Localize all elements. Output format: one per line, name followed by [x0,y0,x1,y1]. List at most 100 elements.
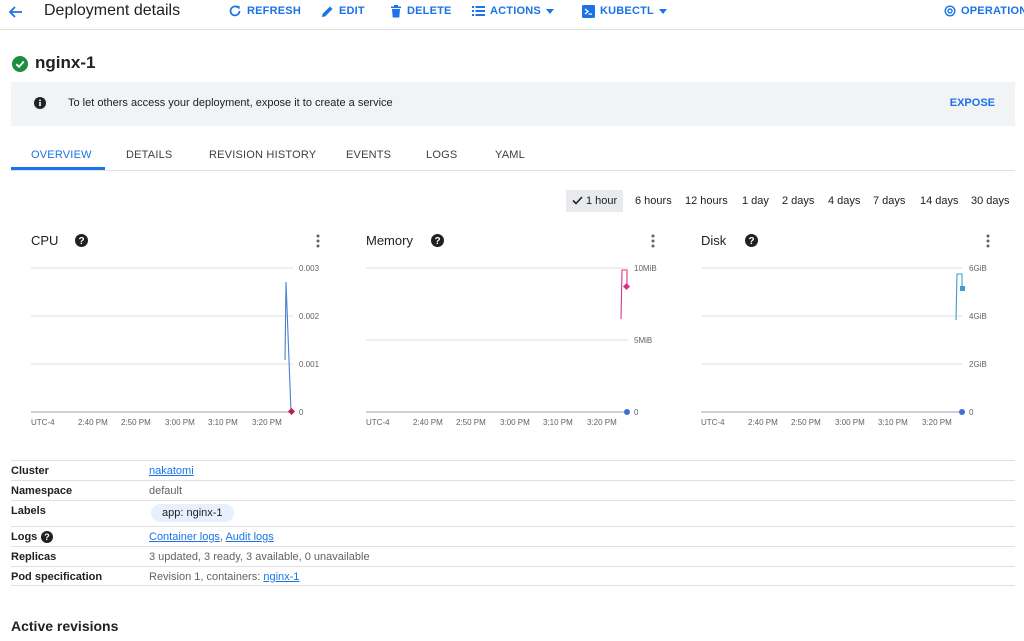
x-tick-label: 2:40 PM [413,418,443,427]
list-icon [472,6,485,16]
actions-menu-button[interactable]: ACTIONS [472,3,554,19]
x-tick-label: 2:50 PM [456,418,486,427]
cpu-series-marker [287,407,296,416]
page-title: Deployment details [44,2,181,19]
y-tick-label: 0 [299,408,304,417]
x-tick-label: 3:10 PM [878,418,908,427]
tab-details[interactable]: DETAILS [126,149,172,161]
operations-label: OPERATIONS [961,5,1024,17]
detail-key: Labels [11,505,46,517]
memory-plot: 10MiB 5MiB 0 UTC-4 2:40 PM 2:50 PM 3:00 … [366,264,657,427]
label-chip: app: nginx-1 [151,504,234,522]
x-tick-label: 2:40 PM [78,418,108,427]
info-icon [34,97,46,109]
svg-text:?: ? [44,532,50,542]
check-icon [572,196,583,205]
help-icon[interactable]: ? [41,531,53,543]
edit-button[interactable]: EDIT [321,3,365,19]
detail-key: Pod specification [11,571,103,583]
details-table: Cluster nakatomi Namespace default Label… [11,460,1015,586]
x-tick-label: UTC-4 [366,418,390,427]
memory-chart: Memory ? 10MiB 5MiB 0 UTC-4 2:40 PM 2:50… [366,226,686,436]
expose-button[interactable]: EXPOSE [950,97,995,109]
memory-series-marker [622,282,631,291]
range-2-days[interactable]: 2 days [782,190,814,212]
y-tick-label: 0 [969,408,974,417]
detail-key: Cluster [11,465,49,477]
tab-events[interactable]: EVENTS [346,149,391,161]
detail-key: Logs [11,531,38,543]
kubectl-label: KUBECTL [600,5,654,17]
memory-series-marker [624,409,630,415]
x-tick-label: 2:50 PM [791,418,821,427]
operations-icon [944,5,956,17]
disk-series-marker [959,409,965,415]
refresh-button[interactable]: REFRESH [228,3,301,19]
audit-logs-link[interactable]: Audit logs [225,531,273,543]
x-tick-label: UTC-4 [31,418,55,427]
refresh-icon [229,5,241,17]
logs-separator: , [219,531,223,543]
range-label: 1 hour [586,195,618,207]
container-link[interactable]: nginx-1 [263,571,299,583]
disk-chart: Disk ? 6GiB 4GiB 2GiB 0 UTC-4 2:40 PM 2:… [701,226,1021,436]
banner-message: To let others access your deployment, ex… [68,97,393,109]
caret-down-icon [658,8,667,14]
range-7-days[interactable]: 7 days [873,190,905,212]
range-12-hours[interactable]: 12 hours [685,190,728,212]
cpu-series-line [284,281,292,413]
namespace-value: default [149,485,183,497]
detail-row-pod-spec: Pod specification Revision 1, containers… [11,566,1015,586]
back-arrow-icon[interactable] [6,2,26,22]
container-logs-link[interactable]: Container logs [149,531,220,543]
detail-key: Replicas [11,551,57,563]
top-bar: Deployment details REFRESH EDIT DELETE A… [0,0,1024,30]
detail-row-labels: Labels app: nginx-1 [11,500,1015,526]
range-14-days[interactable]: 14 days [920,190,959,212]
active-revisions-title: Active revisions [11,618,119,634]
detail-row-namespace: Namespace default [11,480,1015,500]
replicas-value: 3 updated, 3 ready, 3 available, 0 unava… [149,551,370,563]
y-tick-label: 0.001 [299,360,320,369]
x-tick-label: 3:20 PM [922,418,952,427]
caret-down-icon [545,8,554,14]
kubectl-menu-button[interactable]: KUBECTL [582,3,667,19]
range-4-days[interactable]: 4 days [828,190,860,212]
pencil-icon [322,6,333,17]
y-tick-label: 10MiB [634,264,657,273]
tab-yaml[interactable]: YAML [495,149,525,161]
operations-button[interactable]: OPERATIONS [944,3,1024,19]
pod-spec-prefix: Revision 1, containers: [149,571,261,583]
range-30-days[interactable]: 30 days [971,190,1010,212]
range-1-hour[interactable]: 1 hour [566,190,624,212]
detail-row-logs: Logs ? Container logs, Audit logs [11,526,1015,546]
y-tick-label: 0.003 [299,264,320,273]
x-tick-label: 2:50 PM [121,418,151,427]
x-tick-label: UTC-4 [701,418,725,427]
disk-series-marker [960,286,965,291]
range-1-day[interactable]: 1 day [742,190,769,212]
tab-revision-history[interactable]: REVISION HISTORY [209,149,316,161]
x-tick-label: 2:40 PM [748,418,778,427]
x-tick-label: 3:20 PM [252,418,282,427]
x-tick-label: 3:10 PM [543,418,573,427]
deployment-name: nginx-1 [35,53,96,72]
tab-overview[interactable]: OVERVIEW [31,149,92,161]
y-tick-label: 0.002 [299,312,320,321]
detail-key: Namespace [11,485,73,497]
cluster-link[interactable]: nakatomi [149,465,194,477]
x-tick-label: 3:20 PM [587,418,617,427]
range-6-hours[interactable]: 6 hours [635,190,672,212]
cpu-plot: 0.003 0.002 0.001 0 UTC-4 2:40 PM 2:50 P… [31,264,320,427]
y-tick-label: 6GiB [969,264,987,273]
x-tick-label: 3:00 PM [500,418,530,427]
y-tick-label: 5MiB [634,336,652,345]
x-tick-label: 3:00 PM [835,418,865,427]
terminal-icon [582,4,595,18]
delete-button[interactable]: DELETE [390,3,452,19]
tab-logs[interactable]: LOGS [426,149,457,161]
disk-series-line [955,273,963,321]
actions-label: ACTIONS [490,5,541,17]
refresh-label: REFRESH [247,5,301,17]
y-tick-label: 0 [634,408,639,417]
